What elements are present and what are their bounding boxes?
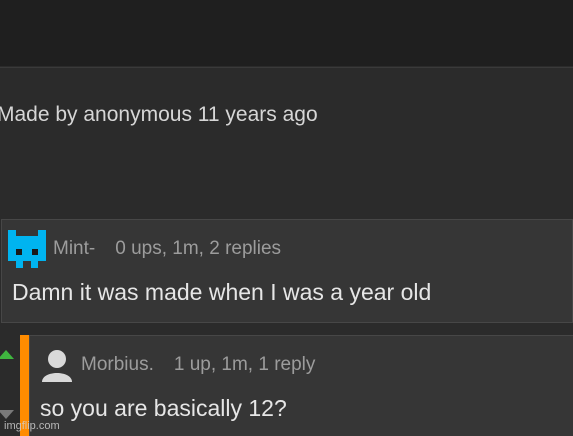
post-footer — [0, 67, 573, 215]
downvote-arrow-icon[interactable] — [0, 410, 14, 419]
comment-header: Morbius. 1 up, 1m, 1 reply — [40, 346, 315, 384]
comments-page: Made by anonymous 11 years ago Mint- 0 u… — [0, 0, 573, 436]
comment-username[interactable]: Morbius. — [81, 354, 154, 376]
cyan-cat-avatar-icon[interactable] — [8, 230, 46, 268]
comment-text: so you are basically 12? — [40, 395, 287, 421]
post-meta: Made by anonymous 11 years ago — [0, 103, 318, 126]
comment-reply: Morbius. 1 up, 1m, 1 reply so you are ba… — [29, 335, 573, 436]
comment-text: Damn it was made when I was a year old — [12, 279, 432, 305]
imgflip-watermark: imgflip.com — [4, 420, 60, 432]
comment-stats: 0 ups, 1m, 2 replies — [115, 238, 282, 259]
default-user-avatar-icon[interactable] — [40, 348, 74, 382]
upvote-arrow-icon[interactable] — [0, 350, 14, 359]
comment-username[interactable]: Mint- — [53, 238, 95, 260]
top-bar — [0, 0, 573, 66]
comment-header: Mint- 0 ups, 1m, 2 replies — [8, 230, 281, 268]
comment-stats: 1 up, 1m, 1 reply — [173, 354, 316, 375]
comment: Mint- 0 ups, 1m, 2 replies Damn it was m… — [1, 219, 573, 323]
